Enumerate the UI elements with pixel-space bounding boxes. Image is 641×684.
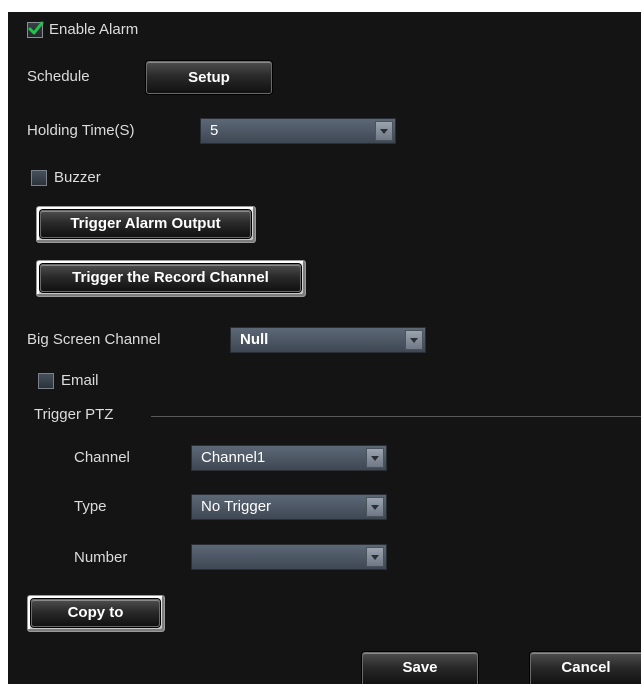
copy-to-button[interactable]: Copy to <box>27 595 165 632</box>
trigger-ptz-divider <box>151 416 641 417</box>
big-screen-channel-value: Null <box>240 331 269 348</box>
chevron-down-icon <box>366 547 384 567</box>
ptz-type-select[interactable]: No Trigger <box>191 494 387 520</box>
alarm-settings-panel: Enable Alarm Schedule Setup Holding Time… <box>8 12 641 684</box>
ptz-channel-label: Channel <box>74 449 130 466</box>
copy-to-face: Copy to <box>31 599 160 627</box>
checkmark-icon <box>28 21 44 35</box>
trigger-record-channel-face: Trigger the Record Channel <box>40 264 301 292</box>
ptz-type-label: Type <box>74 498 107 515</box>
schedule-setup-button[interactable]: Setup <box>146 61 272 94</box>
chevron-down-icon <box>366 497 384 517</box>
trigger-record-channel-button[interactable]: Trigger the Record Channel <box>36 260 306 297</box>
big-screen-channel-label: Big Screen Channel <box>27 331 161 348</box>
save-button[interactable]: Save <box>362 652 478 684</box>
chevron-down-icon <box>405 330 423 350</box>
buzzer-checkbox[interactable] <box>31 170 47 186</box>
ptz-number-select[interactable] <box>191 544 387 570</box>
ptz-channel-select[interactable]: Channel1 <box>191 445 387 471</box>
ptz-type-value: No Trigger <box>201 498 272 515</box>
holding-time-select[interactable]: 5 <box>200 118 396 144</box>
holding-time-value: 5 <box>210 122 219 139</box>
email-checkbox[interactable] <box>38 373 54 389</box>
enable-alarm-label: Enable Alarm <box>49 21 139 38</box>
email-label: Email <box>61 372 99 389</box>
enable-alarm-checkbox[interactable] <box>27 21 44 38</box>
chevron-down-icon <box>375 121 393 141</box>
ptz-number-label: Number <box>74 549 128 566</box>
trigger-alarm-output-button[interactable]: Trigger Alarm Output <box>36 206 256 243</box>
buzzer-label: Buzzer <box>54 169 101 186</box>
trigger-ptz-title: Trigger PTZ <box>34 406 114 423</box>
trigger-alarm-output-face: Trigger Alarm Output <box>40 210 251 238</box>
schedule-label: Schedule <box>27 68 90 85</box>
holding-time-label: Holding Time(S) <box>27 122 135 139</box>
chevron-down-icon <box>366 448 384 468</box>
big-screen-channel-select[interactable]: Null <box>230 327 426 353</box>
cancel-button[interactable]: Cancel <box>530 652 641 684</box>
ptz-channel-value: Channel1 <box>201 449 266 466</box>
